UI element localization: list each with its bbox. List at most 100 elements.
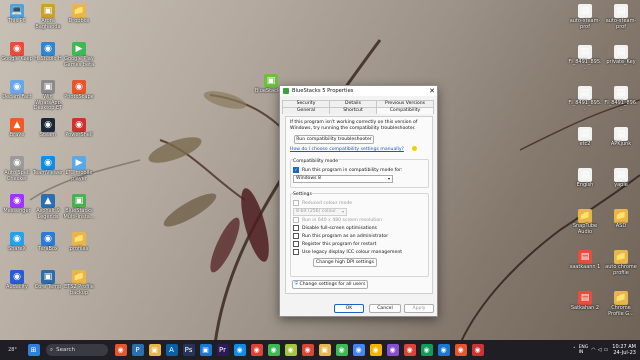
desktop-icon-left-4[interactable]: ◉ H_Studio H (31, 42, 65, 63)
tb-app-9-icon[interactable]: ◉ (250, 344, 263, 356)
colour-depth-select[interactable]: 8-bit (256) colour ▾ (293, 208, 347, 216)
desktop-icon-left-3[interactable]: ◉ Google Keep (0, 42, 34, 63)
tb-app-6-icon[interactable]: ▣ (199, 344, 212, 356)
run-troubleshooter-button[interactable]: Run compatibility troubleshooter (294, 135, 374, 144)
desktop-icon-right-7[interactable]: ▤ APKjunk (604, 127, 638, 148)
desktop-icon-left-10[interactable]: ◉ Steam (31, 118, 65, 139)
tab-security[interactable]: Security (282, 100, 330, 107)
desktop-icon-right-8[interactable]: ▤ Engish (568, 168, 602, 189)
tb-app-12-icon[interactable]: ◉ (301, 344, 314, 356)
reduced-colour-checkbox[interactable]: Reduced colour mode (293, 200, 352, 206)
change-all-users-button[interactable]: ⛨ Change settings for all users (292, 280, 368, 289)
apply-button[interactable]: Apply (404, 304, 434, 313)
desktop-icon-right-10[interactable]: 📁 SnapTube Audio (568, 209, 602, 235)
desktop-icon-right-9[interactable]: ▤ yaple (604, 168, 638, 189)
admin-checkbox[interactable]: Run this program as an administrator (293, 233, 388, 239)
desktop-icon-left-18[interactable]: ◉ ShareX (0, 232, 34, 253)
tb-app-4-icon[interactable]: A (165, 344, 178, 356)
desktop-icon-left-0[interactable]: 💻 This PC (0, 4, 34, 25)
volume-icon[interactable]: ◁ (598, 347, 602, 353)
desktop-icon-left-17[interactable]: ▣ BlueStacks Multi-Insta... (62, 194, 96, 220)
desktop-icon-left-19[interactable]: ◉ TeraBox (31, 232, 65, 253)
search-box[interactable]: ⌕ Search (46, 344, 108, 356)
tb-app-22-icon[interactable]: ◉ (471, 344, 484, 356)
tab-previous-versions[interactable]: Previous Versions (376, 100, 434, 107)
desktop-icon-left-2[interactable]: 📁 Dropbox (62, 4, 96, 25)
os-select[interactable]: Windows 8 ▾ (293, 175, 393, 183)
tb-app-11-icon[interactable]: ◉ (284, 344, 297, 356)
desktop-icon-left-16[interactable]: ▲ Asphalt 9 Legends (31, 194, 65, 220)
tb-app-15-icon[interactable]: ◉ (352, 344, 365, 356)
tb-app-5-icon[interactable]: Ps (182, 344, 195, 356)
compat-mode-checkbox[interactable]: ✓ Run this program in compatibility mode… (293, 167, 402, 173)
desktop-icon-left-1[interactable]: ▣ Arora Baghanda (31, 4, 65, 30)
tb-app-16-icon[interactable]: ◉ (369, 344, 382, 356)
close-icon[interactable]: ✕ (427, 86, 437, 96)
tab-details[interactable]: Details (329, 100, 377, 107)
desktop-icon-right-14[interactable]: ▤ Satkahan 2 (568, 291, 602, 312)
desktop-icon-label: SnapTube Audio (572, 223, 598, 235)
tab-shortcut[interactable]: Shortcut (329, 107, 377, 114)
tab-general[interactable]: General (282, 107, 330, 114)
language-indicator[interactable]: ENG IN (579, 345, 589, 356)
tb-app-17-icon[interactable]: ◉ (386, 344, 399, 356)
tab-compatibility[interactable]: Compatibility (376, 107, 434, 114)
desktop-icon-left-21[interactable]: ◉ Audacity (0, 270, 34, 291)
tb-app-2-icon[interactable]: P (131, 344, 144, 356)
tb-app-13-icon[interactable]: ▣ (318, 344, 331, 356)
desktop-icon-left-6[interactable]: ◉ Decam Fact (0, 80, 34, 101)
desktop-icon-right-12[interactable]: ▤ saatkaann 1 (568, 250, 602, 271)
battery-icon[interactable]: ▭ (604, 347, 609, 353)
desktop-icon-left-5[interactable]: ▶ Google Play Games beta (62, 42, 96, 68)
desktop-icon-left-20[interactable]: 📁 profiles (62, 232, 96, 253)
desktop-icon-left-9[interactable]: ▲ Brave (0, 118, 34, 139)
desktop-icon-right-15[interactable]: 📁 Chrome Profile G... (604, 291, 638, 317)
desktop-icon-left-7[interactable]: ▣ Win WhatsApp Desktop ET (31, 80, 65, 112)
tb-app-20-icon[interactable]: ◉ (437, 344, 450, 356)
windows-start-icon[interactable]: ⊞ (27, 344, 40, 356)
desktop-icon-label: auto-steam-prof (569, 18, 601, 30)
dialog-title: BlueStacks 5 Properties (292, 88, 354, 94)
desktop-icon-right-3[interactable]: ▤ private_Key (604, 45, 638, 66)
restart-checkbox[interactable]: Register this program for restart (293, 241, 376, 247)
chevron-up-icon[interactable]: ˄ (573, 347, 576, 353)
desktop-icon-right-6[interactable]: ▤ etc2 (568, 127, 602, 148)
desktop-icon-left-22[interactable]: ▣ Core Temp (31, 270, 65, 291)
desktop-icon-right-4[interactable]: ▤ FI_8491_895... (568, 86, 602, 112)
desktop-icon-right-13[interactable]: 📁 auto chrome profile (604, 250, 638, 276)
manual-settings-link[interactable]: How do I choose compatibility settings m… (290, 147, 404, 152)
cancel-button[interactable]: Cancel (369, 304, 401, 313)
desktop-icon-right-2[interactable]: ▤ FI_8491_895... (568, 45, 602, 71)
desktop-icon-right-1[interactable]: ▤ auto-steam-prof (604, 4, 638, 30)
app-icon: ▤ (578, 86, 592, 100)
desktop-icon-right-5[interactable]: ▤ FI_8491_896... (604, 86, 638, 112)
tb-app-21-icon[interactable]: ◉ (454, 344, 467, 356)
desktop-icon-right-11[interactable]: 📁 ASD (604, 209, 638, 230)
tb-app-8-icon[interactable]: ◉ (233, 344, 246, 356)
fullscreen-opt-checkbox[interactable]: Disable full-screen optimisations (293, 225, 377, 231)
desktop-icon-left-8[interactable]: ◉ PhotoScape (62, 80, 96, 101)
app-icon: 📁 (72, 270, 86, 284)
tb-app-18-icon[interactable]: ◉ (403, 344, 416, 356)
dialog-titlebar[interactable]: BlueStacks 5 Properties ✕ (280, 86, 437, 96)
tb-app-7-icon[interactable]: Pr (216, 344, 229, 356)
icc-checkbox[interactable]: Use legacy display ICC colour management (293, 249, 402, 255)
ok-button[interactable]: OK (334, 304, 364, 313)
wifi-icon[interactable]: ◠ (591, 347, 595, 353)
weather-widget[interactable]: 28° (3, 344, 23, 356)
desktop-icon-right-0[interactable]: ▤ auto-steam-prof (568, 4, 602, 30)
clock[interactable]: 10:27 AM 24-Jul-23 (612, 344, 636, 356)
desktop-icon-left-12[interactable]: ◉ Auto Spell Checker (0, 156, 34, 182)
tb-app-14-icon[interactable]: ◉ (335, 344, 348, 356)
desktop-icon-left-11[interactable]: ◉ PowerShell (62, 118, 96, 139)
change-dpi-button[interactable]: Change high DPI settings (313, 258, 377, 267)
tb-app-19-icon[interactable]: ◉ (420, 344, 433, 356)
desktop-icon-left-15[interactable]: ◉ Messenger (0, 194, 34, 215)
tb-app-3-icon[interactable]: ▣ (148, 344, 161, 356)
res-640-checkbox[interactable]: Run in 640 x 480 screen resolution (293, 217, 382, 223)
desktop-icon-left-23[interactable]: 📁 ETS2 Profile backup (62, 270, 96, 296)
tb-app-10-icon[interactable]: ◉ (267, 344, 280, 356)
desktop-icon-left-13[interactable]: ◉ TeamViewer (31, 156, 65, 177)
desktop-icon-left-14[interactable]: ▶ LTC mobile player (62, 156, 96, 182)
tb-app-1-icon[interactable]: ◉ (114, 344, 127, 356)
